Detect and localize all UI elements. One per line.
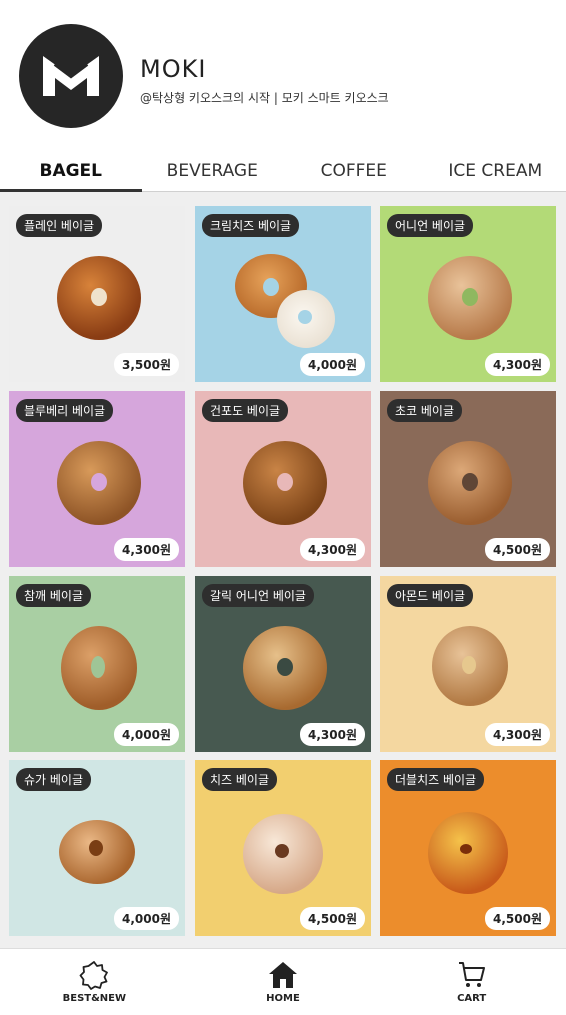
- nav-home[interactable]: HOME: [189, 949, 378, 1015]
- moki-logo-icon: [43, 56, 99, 96]
- product-card[interactable]: 플레인 베이글 3,500원: [9, 206, 185, 382]
- bagel-image: [243, 626, 327, 710]
- cart-icon: [458, 962, 485, 987]
- brand-name: MOKI: [140, 55, 207, 83]
- product-price: 4,300원: [114, 538, 179, 561]
- product-price: 4,300원: [300, 723, 365, 746]
- product-card[interactable]: 어니언 베이글 4,300원: [380, 206, 556, 382]
- bagel-image: [428, 441, 512, 525]
- product-price: 4,000원: [300, 353, 365, 376]
- product-card[interactable]: 더블치즈 베이글 4,500원: [380, 760, 556, 936]
- product-price: 4,000원: [114, 723, 179, 746]
- tab-ice-cream[interactable]: ICE CREAM: [425, 152, 566, 191]
- product-name: 슈가 베이글: [16, 768, 92, 791]
- product-name: 갈릭 어니언 베이글: [202, 584, 314, 607]
- product-price: 4,300원: [485, 723, 550, 746]
- bagel-image: [59, 820, 135, 884]
- bagel-image: [57, 256, 141, 340]
- product-name: 플레인 베이글: [16, 214, 103, 237]
- brand-tagline: @탁상형 키오스크의 시작 | 모키 스마트 키오스크: [140, 91, 389, 105]
- bagel-image: [428, 256, 512, 340]
- bagel-image: [57, 441, 141, 525]
- tab-beverage[interactable]: BEVERAGE: [142, 152, 284, 191]
- nav-label: CART: [457, 993, 487, 1004]
- product-price: 4,500원: [300, 907, 365, 930]
- product-card[interactable]: 슈가 베이글 4,000원: [9, 760, 185, 936]
- product-name: 블루베리 베이글: [16, 399, 114, 422]
- product-name: 크림치즈 베이글: [202, 214, 300, 237]
- product-card[interactable]: 아몬드 베이글 4,300원: [380, 576, 556, 752]
- bagel-image: [428, 812, 508, 894]
- bagel-image: [243, 814, 323, 894]
- product-price: 4,300원: [485, 353, 550, 376]
- nav-label: BEST&NEW: [62, 993, 127, 1004]
- product-name: 치즈 베이글: [202, 768, 278, 791]
- product-name: 건포도 베이글: [202, 399, 289, 422]
- product-name: 초코 베이글: [387, 399, 463, 422]
- product-card[interactable]: 건포도 베이글 4,300원: [195, 391, 371, 567]
- category-tabs: BAGEL BEVERAGE COFFEE ICE CREAM: [0, 152, 566, 193]
- nav-cart[interactable]: CART: [377, 949, 566, 1015]
- header: MOKI @탁상형 키오스크의 시작 | 모키 스마트 키오스크: [0, 0, 566, 150]
- product-card[interactable]: 참깨 베이글 4,000원: [9, 576, 185, 752]
- bagel-image: [61, 626, 137, 710]
- product-price: 4,500원: [485, 538, 550, 561]
- bagel-image: [432, 626, 508, 706]
- product-price: 4,000원: [114, 907, 179, 930]
- home-icon: [269, 962, 297, 988]
- product-price: 4,300원: [300, 538, 365, 561]
- product-card[interactable]: 블루베리 베이글 4,300원: [9, 391, 185, 567]
- product-name: 더블치즈 베이글: [387, 768, 485, 791]
- product-name: 아몬드 베이글: [387, 584, 474, 607]
- brand-logo: [19, 24, 123, 128]
- product-grid: 플레인 베이글 3,500원 크림치즈 베이글 4,000원 어니언 베이글 4…: [0, 192, 566, 948]
- product-price: 4,500원: [485, 907, 550, 930]
- product-card[interactable]: 치즈 베이글 4,500원: [195, 760, 371, 936]
- product-name: 어니언 베이글: [387, 214, 474, 237]
- product-price: 3,500원: [114, 353, 179, 376]
- tab-bagel[interactable]: BAGEL: [0, 152, 142, 193]
- nav-label: HOME: [266, 993, 300, 1004]
- bagel-image: [243, 441, 327, 525]
- cream-cheese-bagel-half-image: [277, 290, 335, 348]
- product-name: 참깨 베이글: [16, 584, 92, 607]
- bottom-navigation: BEST&NEW HOME CART: [0, 948, 566, 1015]
- tab-coffee[interactable]: COFFEE: [283, 152, 425, 191]
- badge-star-icon: [79, 961, 109, 990]
- nav-best-new[interactable]: BEST&NEW: [0, 949, 189, 1015]
- product-card[interactable]: 갈릭 어니언 베이글 4,300원: [195, 576, 371, 752]
- product-card[interactable]: 크림치즈 베이글 4,000원: [195, 206, 371, 382]
- product-card[interactable]: 초코 베이글 4,500원: [380, 391, 556, 567]
